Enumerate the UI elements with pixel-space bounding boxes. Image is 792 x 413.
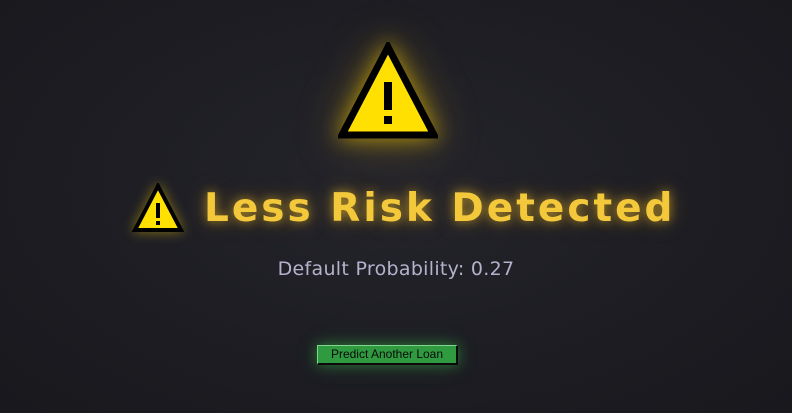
warning-icon bbox=[132, 183, 184, 233]
default-probability: Default Probability: 0.27 bbox=[277, 258, 515, 280]
result-headline-text: Less Risk Detected bbox=[204, 185, 676, 231]
result-headline: Less Risk Detected bbox=[132, 180, 675, 236]
predict-another-loan-button[interactable]: Predict Another Loan bbox=[317, 345, 458, 365]
warning-icon bbox=[338, 42, 438, 140]
